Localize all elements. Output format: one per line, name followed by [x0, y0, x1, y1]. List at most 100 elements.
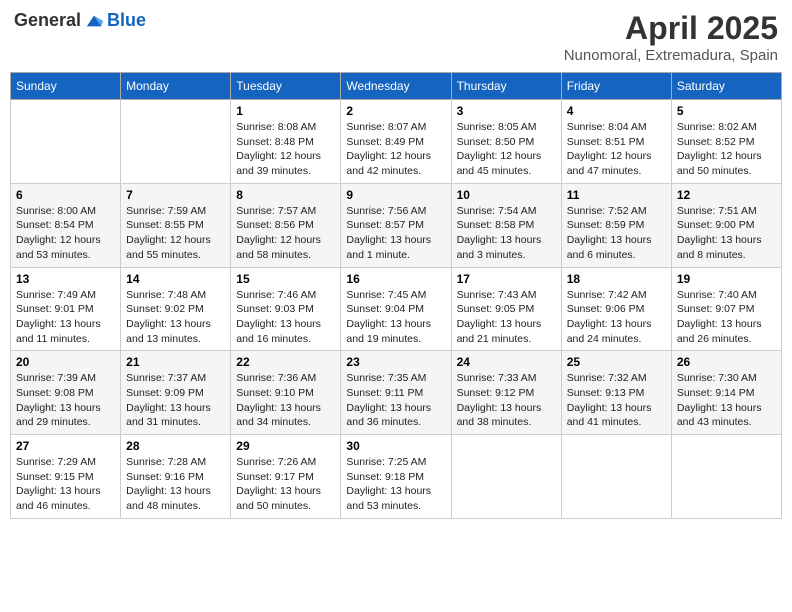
- sunrise: Sunrise: 7:37 AM: [126, 372, 206, 384]
- daylight: Daylight: 13 hours and 21 minutes.: [457, 318, 542, 345]
- calendar-day-header: Friday: [561, 73, 671, 100]
- day-number: 20: [16, 355, 115, 369]
- sunset: Sunset: 9:09 PM: [126, 387, 204, 399]
- sunset: Sunset: 9:03 PM: [236, 303, 314, 315]
- calendar-cell: 17Sunrise: 7:43 AMSunset: 9:05 PMDayligh…: [451, 267, 561, 351]
- sunrise: Sunrise: 7:33 AM: [457, 372, 537, 384]
- sunrise: Sunrise: 7:39 AM: [16, 372, 96, 384]
- sunset: Sunset: 8:58 PM: [457, 219, 535, 231]
- calendar-cell: 4Sunrise: 8:04 AMSunset: 8:51 PMDaylight…: [561, 100, 671, 184]
- sunset: Sunset: 9:06 PM: [567, 303, 645, 315]
- daylight: Daylight: 13 hours and 34 minutes.: [236, 402, 321, 429]
- sunset: Sunset: 9:02 PM: [126, 303, 204, 315]
- daylight: Daylight: 13 hours and 53 minutes.: [346, 485, 431, 512]
- calendar-cell: 13Sunrise: 7:49 AMSunset: 9:01 PMDayligh…: [11, 267, 121, 351]
- calendar-cell: 24Sunrise: 7:33 AMSunset: 9:12 PMDayligh…: [451, 351, 561, 435]
- sunset: Sunset: 8:51 PM: [567, 136, 645, 148]
- day-info: Sunrise: 7:29 AMSunset: 9:15 PMDaylight:…: [16, 455, 115, 514]
- day-info: Sunrise: 7:57 AMSunset: 8:56 PMDaylight:…: [236, 204, 335, 263]
- sunrise: Sunrise: 7:26 AM: [236, 456, 316, 468]
- sunrise: Sunrise: 8:00 AM: [16, 205, 96, 217]
- calendar-cell: 25Sunrise: 7:32 AMSunset: 9:13 PMDayligh…: [561, 351, 671, 435]
- sunset: Sunset: 8:54 PM: [16, 219, 94, 231]
- calendar-day-header: Sunday: [11, 73, 121, 100]
- day-number: 1: [236, 104, 335, 118]
- sunrise: Sunrise: 7:28 AM: [126, 456, 206, 468]
- calendar-day-header: Thursday: [451, 73, 561, 100]
- calendar-cell: [121, 100, 231, 184]
- sunset: Sunset: 9:07 PM: [677, 303, 755, 315]
- day-info: Sunrise: 7:43 AMSunset: 9:05 PMDaylight:…: [457, 288, 556, 347]
- daylight: Daylight: 13 hours and 16 minutes.: [236, 318, 321, 345]
- daylight: Daylight: 13 hours and 13 minutes.: [126, 318, 211, 345]
- sunrise: Sunrise: 7:29 AM: [16, 456, 96, 468]
- calendar-cell: 10Sunrise: 7:54 AMSunset: 8:58 PMDayligh…: [451, 183, 561, 267]
- calendar-cell: 12Sunrise: 7:51 AMSunset: 9:00 PMDayligh…: [671, 183, 781, 267]
- calendar-cell: 30Sunrise: 7:25 AMSunset: 9:18 PMDayligh…: [341, 435, 451, 519]
- day-info: Sunrise: 7:35 AMSunset: 9:11 PMDaylight:…: [346, 371, 445, 430]
- day-number: 14: [126, 272, 225, 286]
- sunset: Sunset: 9:08 PM: [16, 387, 94, 399]
- sunrise: Sunrise: 7:40 AM: [677, 289, 757, 301]
- calendar-cell: 23Sunrise: 7:35 AMSunset: 9:11 PMDayligh…: [341, 351, 451, 435]
- daylight: Daylight: 13 hours and 46 minutes.: [16, 485, 101, 512]
- calendar-cell: 21Sunrise: 7:37 AMSunset: 9:09 PMDayligh…: [121, 351, 231, 435]
- day-number: 15: [236, 272, 335, 286]
- daylight: Daylight: 12 hours and 42 minutes.: [346, 150, 431, 177]
- sunrise: Sunrise: 7:51 AM: [677, 205, 757, 217]
- sunrise: Sunrise: 7:30 AM: [677, 372, 757, 384]
- day-info: Sunrise: 7:37 AMSunset: 9:09 PMDaylight:…: [126, 371, 225, 430]
- calendar-cell: 19Sunrise: 7:40 AMSunset: 9:07 PMDayligh…: [671, 267, 781, 351]
- day-info: Sunrise: 7:54 AMSunset: 8:58 PMDaylight:…: [457, 204, 556, 263]
- calendar-day-header: Wednesday: [341, 73, 451, 100]
- day-info: Sunrise: 7:46 AM Sunset: 9:03 PM Daylight:…: [236, 288, 335, 347]
- day-number: 4: [567, 104, 666, 118]
- sunrise: Sunrise: 8:05 AM: [457, 121, 537, 133]
- daylight: Daylight: 13 hours and 38 minutes.: [457, 402, 542, 429]
- daylight: Daylight: 13 hours and 41 minutes.: [567, 402, 652, 429]
- day-number: 2: [346, 104, 445, 118]
- day-number: 6: [16, 188, 115, 202]
- daylight: Daylight: 12 hours and 45 minutes.: [457, 150, 542, 177]
- calendar-body: 1Sunrise: 8:08 AMSunset: 8:48 PMDaylight…: [11, 100, 782, 519]
- day-info: Sunrise: 8:02 AMSunset: 8:52 PMDaylight:…: [677, 120, 776, 179]
- sunset: Sunset: 9:01 PM: [16, 303, 94, 315]
- calendar-day-header: Tuesday: [231, 73, 341, 100]
- logo-blue-text: Blue: [107, 10, 146, 31]
- sunset: Sunset: 9:11 PM: [346, 387, 423, 399]
- sunset: Sunset: 9:18 PM: [346, 471, 424, 483]
- daylight: Daylight: 13 hours and 1 minute.: [346, 234, 431, 261]
- day-number: 30: [346, 439, 445, 453]
- calendar-cell: 8Sunrise: 7:57 AMSunset: 8:56 PMDaylight…: [231, 183, 341, 267]
- sunrise: Sunrise: 7:46 AM: [236, 289, 316, 301]
- sunset: Sunset: 9:14 PM: [677, 387, 755, 399]
- day-number: 21: [126, 355, 225, 369]
- sunset: Sunset: 8:56 PM: [236, 219, 314, 231]
- sunrise: Sunrise: 7:43 AM: [457, 289, 537, 301]
- calendar-cell: 26Sunrise: 7:30 AMSunset: 9:14 PMDayligh…: [671, 351, 781, 435]
- day-number: 24: [457, 355, 556, 369]
- calendar-cell: 6Sunrise: 8:00 AMSunset: 8:54 PMDaylight…: [11, 183, 121, 267]
- calendar-cell: 3Sunrise: 8:05 AMSunset: 8:50 PMDaylight…: [451, 100, 561, 184]
- month-title: April 2025: [564, 10, 778, 47]
- day-number: 9: [346, 188, 445, 202]
- sunset: Sunset: 9:13 PM: [567, 387, 645, 399]
- daylight: Daylight: 13 hours and 43 minutes.: [677, 402, 762, 429]
- day-info: Sunrise: 7:52 AMSunset: 8:59 PMDaylight:…: [567, 204, 666, 263]
- sunrise: Sunrise: 7:32 AM: [567, 372, 647, 384]
- calendar-day-header: Saturday: [671, 73, 781, 100]
- sunset: Sunset: 8:49 PM: [346, 136, 424, 148]
- day-info: Sunrise: 7:48 AMSunset: 9:02 PMDaylight:…: [126, 288, 225, 347]
- calendar-cell: 11Sunrise: 7:52 AMSunset: 8:59 PMDayligh…: [561, 183, 671, 267]
- sunset: Sunset: 9:16 PM: [126, 471, 204, 483]
- sunrise: Sunrise: 7:57 AM: [236, 205, 316, 217]
- sunrise: Sunrise: 7:54 AM: [457, 205, 537, 217]
- daylight: Daylight: 12 hours and 50 minutes.: [677, 150, 762, 177]
- sunset: Sunset: 8:59 PM: [567, 219, 645, 231]
- daylight: Daylight: 13 hours and 8 minutes.: [677, 234, 762, 261]
- day-number: 19: [677, 272, 776, 286]
- calendar-table: SundayMondayTuesdayWednesdayThursdayFrid…: [10, 72, 782, 519]
- day-number: 3: [457, 104, 556, 118]
- day-info: Sunrise: 7:36 AMSunset: 9:10 PMDaylight:…: [236, 371, 335, 430]
- calendar-cell: [451, 435, 561, 519]
